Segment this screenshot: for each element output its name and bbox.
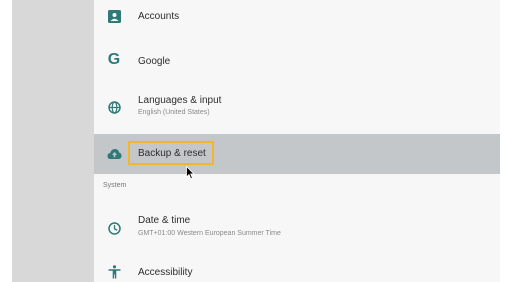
globe-icon <box>106 99 122 115</box>
settings-item-languages[interactable]: Languages & input English (United States… <box>94 88 500 128</box>
settings-item-accounts[interactable]: Accounts <box>94 0 500 34</box>
settings-item-subtitle: English (United States) <box>138 109 210 116</box>
settings-item-label: Backup & reset <box>138 148 206 159</box>
settings-item-backup-reset[interactable]: Backup & reset <box>94 134 500 174</box>
settings-item-label: Date & time <box>138 215 191 226</box>
settings-item-label: Accounts <box>138 11 180 22</box>
cloud-upload-icon <box>106 146 122 162</box>
clock-icon <box>106 220 122 236</box>
settings-item-label: Google <box>138 56 171 67</box>
accessibility-icon <box>106 264 122 280</box>
left-pane <box>12 0 94 282</box>
right-edge <box>500 0 514 282</box>
settings-item-subtitle: GMT+01:00 Western European Summer Time <box>138 230 281 237</box>
google-g-icon: G <box>107 51 121 68</box>
settings-item-label: Accessibility <box>138 267 193 278</box>
settings-list: Accounts G Google Languages & input Engl… <box>94 0 500 282</box>
section-header-system: System <box>103 182 127 189</box>
account-box-icon <box>106 8 122 24</box>
settings-item-accessibility[interactable]: Accessibility <box>94 254 500 282</box>
mouse-cursor-icon <box>186 165 196 185</box>
settings-item-date-time[interactable]: Date & time GMT+01:00 Western European S… <box>94 206 500 246</box>
settings-item-label: Languages & input <box>138 95 222 106</box>
settings-item-google[interactable]: G Google <box>94 44 500 80</box>
